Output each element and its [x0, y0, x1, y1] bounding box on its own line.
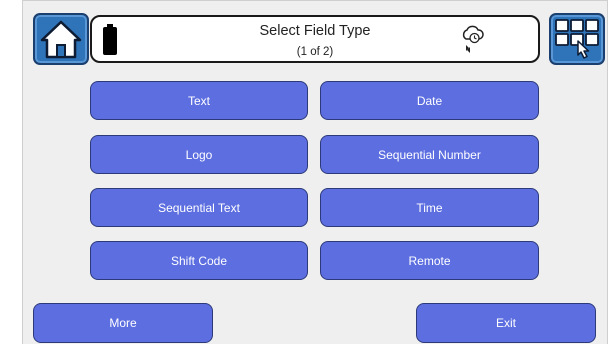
home-icon	[40, 20, 82, 59]
menu-button[interactable]	[549, 13, 605, 65]
remote-field-button[interactable]: Remote	[320, 241, 539, 280]
time-field-button[interactable]: Time	[320, 188, 539, 227]
sequential-text-field-button[interactable]: Sequential Text	[90, 188, 308, 227]
more-button[interactable]: More	[33, 303, 213, 343]
cloud-sync-icon	[462, 25, 484, 53]
date-field-button[interactable]: Date	[320, 81, 539, 120]
grid-menu-icon	[555, 19, 599, 59]
exit-button[interactable]: Exit	[416, 303, 596, 343]
text-field-button[interactable]: Text	[90, 81, 308, 120]
sequential-number-field-button[interactable]: Sequential Number	[320, 135, 539, 174]
logo-field-button[interactable]: Logo	[90, 135, 308, 174]
shift-code-field-button[interactable]: Shift Code	[90, 241, 308, 280]
home-button[interactable]	[33, 13, 89, 65]
title-bar: Select Field Type (1 of 2)	[90, 15, 540, 63]
